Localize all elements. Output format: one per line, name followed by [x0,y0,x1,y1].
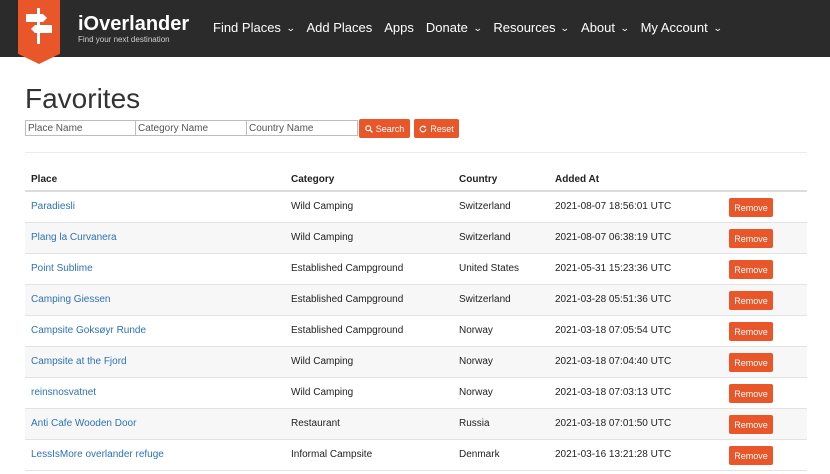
added-at-cell: 2021-03-16 13:21:28 UTC [555,449,672,460]
country-cell: Switzerland [459,294,511,305]
brand-name: iOverlander [78,13,190,35]
header-category: Category [291,174,335,185]
added-at-cell: 2021-08-07 18:56:01 UTC [555,201,672,212]
nav-label: Donate [425,20,468,35]
table-row: reinsnosvatnet Wild Camping Norway 2021-… [25,378,807,409]
logo[interactable] [18,0,60,64]
table-row: Plang la Curvanera Wild Camping Switzerl… [25,223,807,254]
nav-label: Find Places [213,20,281,35]
added-at-cell: 2021-08-07 06:38:19 UTC [555,232,672,243]
table-row: Anti Cafe Wooden Door Restaurant Russia … [25,409,807,440]
nav-label: My Account [640,20,708,35]
nav-my-account[interactable]: My Account ⌄ [640,20,723,36]
country-cell: United States [459,263,520,274]
reset-button[interactable]: Reset [414,119,459,138]
country-cell: Russia [459,418,490,429]
place-link[interactable]: LessIsMore overlander refuge [31,449,164,460]
place-link[interactable]: Campsite Goksøyr Runde [31,325,146,336]
place-link[interactable]: Camping Giessen [31,294,110,305]
search-button[interactable]: Search [359,119,410,138]
place-link[interactable]: reinsnosvatnet [31,387,96,398]
chevron-down-icon: ⌄ [285,23,296,33]
category-cell: Established Campground [291,294,404,305]
chevron-down-icon: ⌄ [712,23,723,33]
chevron-down-icon: ⌄ [619,23,630,33]
divider [25,152,807,153]
remove-button[interactable]: Remove [729,415,773,434]
remove-button[interactable]: Remove [729,198,773,217]
category-cell: Established Campground [291,263,404,274]
nav-resources[interactable]: Resources ⌄ [493,20,571,36]
remove-button[interactable]: Remove [729,446,773,465]
place-link[interactable]: Campsite at the Fjord [31,356,127,367]
table-row: Campsite at the Fjord Wild Camping Norwa… [25,347,807,378]
remove-button[interactable]: Remove [729,353,773,372]
reset-button-label: Reset [430,123,454,134]
place-link[interactable]: Plang la Curvanera [31,232,117,243]
category-cell: Wild Camping [291,201,354,212]
refresh-icon [419,124,427,132]
added-at-cell: 2021-03-28 05:51:36 UTC [555,294,672,305]
country-cell: Switzerland [459,232,511,243]
added-at-cell: 2021-03-18 07:05:54 UTC [555,325,672,336]
nav-donate[interactable]: Donate ⌄ [425,20,483,36]
remove-button[interactable]: Remove [729,260,773,279]
country-cell: Norway [459,356,493,367]
table-row: Paradiesli Wild Camping Switzerland 2021… [25,192,807,223]
main-nav: Find Places ⌄ Add Places Apps Donate ⌄ R… [213,20,733,36]
search-button-label: Search [375,123,405,134]
place-link[interactable]: Point Sublime [31,263,93,274]
country-cell: Norway [459,387,493,398]
chevron-down-icon: ⌄ [560,23,571,33]
table-header: Place Category Country Added At [25,168,807,192]
added-at-cell: 2021-03-18 07:04:40 UTC [555,356,672,367]
nav-label: Resources [493,20,556,35]
category-cell: Restaurant [291,418,340,429]
category-cell: Wild Camping [291,387,354,398]
nav-find-places[interactable]: Find Places ⌄ [213,20,296,36]
remove-button[interactable]: Remove [729,291,773,310]
country-cell: Switzerland [459,201,511,212]
category-cell: Informal Campsite [291,449,373,460]
signpost-icon [26,8,52,44]
table-row: Point Sublime Established Campground Uni… [25,254,807,285]
brand-tagline: Find your next destination [78,35,170,44]
top-navbar: iOverlander Find your next destination F… [0,0,830,57]
table-row: Camping Giessen Established Campground S… [25,285,807,316]
place-link[interactable]: Anti Cafe Wooden Door [31,418,136,429]
nav-apps[interactable]: Apps [384,20,414,36]
category-name-input[interactable] [135,120,247,136]
page-title: Favorites [25,83,141,114]
added-at-cell: 2021-05-31 15:23:36 UTC [555,263,672,274]
category-cell: Established Campground [291,325,404,336]
brand[interactable]: iOverlander Find your next destination [78,13,189,44]
added-at-cell: 2021-03-18 07:03:13 UTC [555,387,672,398]
added-at-cell: 2021-03-18 07:01:50 UTC [555,418,672,429]
table-row: LessIsMore overlander refuge Informal Ca… [25,440,807,471]
category-cell: Wild Camping [291,356,354,367]
search-icon [364,124,373,133]
remove-button[interactable]: Remove [729,384,773,403]
remove-button[interactable]: Remove [729,322,773,341]
place-link[interactable]: Paradiesli [31,201,75,212]
table-row: Campsite Goksøyr Runde Established Campg… [25,316,807,347]
nav-label: Apps [384,20,414,35]
country-cell: Denmark [459,449,500,460]
country-name-input[interactable] [246,120,358,136]
nav-about[interactable]: About ⌄ [581,20,630,36]
header-place: Place [31,174,58,185]
favorites-table: Place Category Country Added At Paradies… [25,168,807,471]
header-country: Country [459,174,498,185]
remove-button[interactable]: Remove [729,229,773,248]
place-name-input[interactable] [25,120,137,136]
country-cell: Norway [459,325,493,336]
nav-label: Add Places [306,20,373,35]
header-added-at: Added At [555,174,600,185]
nav-add-places[interactable]: Add Places [306,20,372,36]
nav-label: About [581,20,616,35]
category-cell: Wild Camping [291,232,354,243]
chevron-down-icon: ⌄ [472,23,483,33]
